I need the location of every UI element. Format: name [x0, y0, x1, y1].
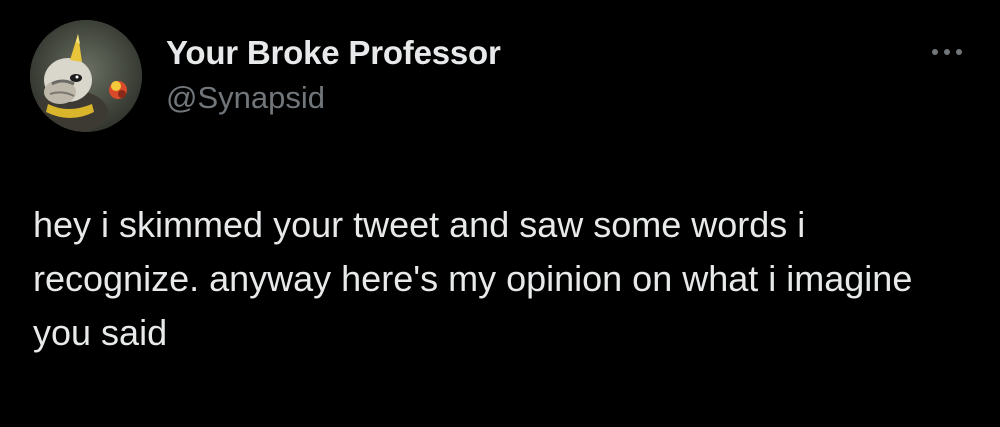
author-handle[interactable]: @Synapsid: [166, 80, 325, 116]
dot: [956, 49, 962, 55]
creature-avatar-icon: [30, 20, 142, 132]
more-options-icon: [932, 49, 962, 55]
dot: [932, 49, 938, 55]
avatar[interactable]: [30, 20, 142, 132]
author-display-name[interactable]: Your Broke Professor: [166, 34, 501, 72]
tweet-text: hey i skimmed your tweet and saw some wo…: [33, 204, 913, 353]
more-options-button[interactable]: [924, 38, 970, 66]
dot: [944, 49, 950, 55]
